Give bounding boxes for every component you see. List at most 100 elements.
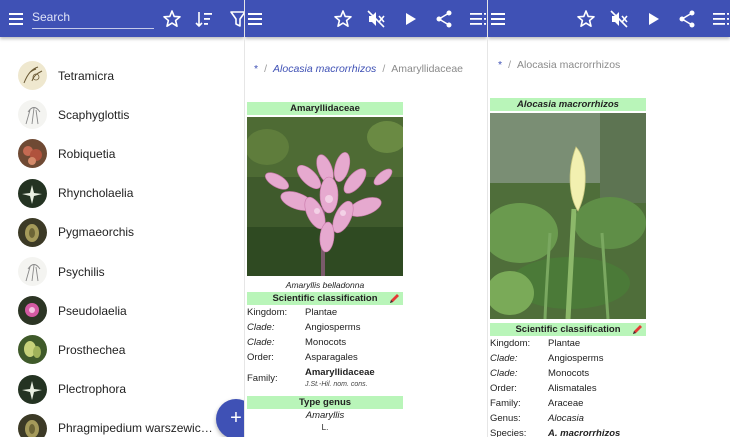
classification-row: Clade: Monocots [247,335,403,350]
classification-row: Genus: Alocasia [490,411,646,426]
genus-list-item[interactable]: Prosthechea [0,330,244,369]
row-key: Clade: [247,337,275,348]
genus-thumbnail [18,257,47,287]
genus-thumbnail [18,374,47,404]
genus-name: Tetramicra [58,68,115,83]
genus-name: Pseudolaelia [58,303,127,318]
type-genus-value[interactable]: Amaryllis [247,409,403,423]
classification-row: Clade: Angiosperms [247,320,403,335]
genus-name: Robiquetia [58,146,116,161]
family-article-screen: * / Alocasia macrorrhizos / Amaryllidaceae A… [244,0,487,437]
pencil-icon[interactable] [389,293,400,304]
genus-thumbnail [18,413,47,437]
sort-icon[interactable] [193,8,215,30]
genus-thumbnail [18,139,47,169]
menu-icon[interactable] [6,8,28,30]
row-key: Kingdom: [247,307,288,318]
genus-thumbnail [18,100,47,130]
pencil-icon[interactable] [632,324,643,335]
row-value[interactable]: Asparagales [305,350,358,365]
breadcrumb-root[interactable]: * [498,59,502,71]
row-key: Family: [490,398,521,409]
breadcrumb-current: Amaryllidaceae [391,63,464,75]
taxobox-title: Alocasia macrorrhizos [490,98,646,111]
share-icon[interactable] [433,8,455,30]
genus-thumbnail [18,335,47,365]
breadcrumb-separator: / [508,59,512,71]
row-value[interactable]: A. macrorrhizos [548,426,620,437]
breadcrumb: * / Alocasia macrorrhizos / Amaryllidaceae [254,63,463,75]
play-icon[interactable] [399,8,421,30]
search-field[interactable] [32,7,154,29]
row-value[interactable]: Angiosperms [548,351,603,366]
classification-row: Clade: Monocots [490,366,646,381]
species-article-screen: * / Alocasia macrorrhizos Alocasia macrorr… [487,0,730,437]
breadcrumb-current: Alocasia macrorrhizos [517,59,621,71]
genus-thumbnail [18,178,47,208]
row-value[interactable]: Plantae [305,305,337,320]
taxobox: Alocasia macrorrhizos Scientific classif… [490,98,646,437]
genus-name: Phragmipedium warszewic… [58,421,213,436]
share-icon[interactable] [676,8,698,30]
genus-thumbnail [18,217,47,247]
row-key: Clade: [490,353,518,364]
classification-header-label: Scientific classification [272,293,378,304]
row-key: Clade: [490,368,518,379]
genus-list-item[interactable]: Scaphyglottis [0,95,244,134]
row-value[interactable]: Monocots [305,335,346,350]
toc-icon[interactable] [710,8,730,30]
breadcrumb-parent[interactable]: Alocasia macrorrhizos [273,63,376,75]
row-value[interactable]: Plantae [548,336,580,351]
genus-list-item[interactable]: Phragmipedium warszewic… [0,409,244,437]
genus-list-item[interactable]: Rhyncholaelia [0,174,244,213]
row-key: Order: [247,352,274,363]
menu-icon[interactable] [488,8,510,30]
type-genus-author: L. [321,423,329,432]
row-key: Kingdom: [490,338,531,349]
genus-list-item[interactable]: Psychilis [0,252,244,291]
genus-list: Tetramicra Scaphyglottis Robiquetia Rhyncho… [0,56,244,437]
taxobox-image-caption: Amaryllis belladonna [285,280,365,290]
filter-icon[interactable] [228,8,244,30]
classification-row: Family: Araceae [490,396,646,411]
star-icon[interactable] [332,8,354,30]
app-bar [488,0,730,37]
mute-icon[interactable] [608,8,630,30]
row-value[interactable]: Alocasia [548,411,584,426]
row-key: Family: [247,373,278,384]
row-value[interactable]: Araceae [548,396,583,411]
taxobox-image[interactable] [490,113,646,319]
row-value[interactable]: Monocots [548,366,589,381]
toc-icon[interactable] [467,8,487,30]
breadcrumb: * / Alocasia macrorrhizos [498,59,620,71]
classification-row: Species: A. macrorrhizos [490,426,646,437]
genus-list-item[interactable]: Plectrophora [0,370,244,409]
star-icon[interactable] [161,8,183,30]
play-icon[interactable] [642,8,664,30]
breadcrumb-separator: / [382,63,386,75]
genus-list-item[interactable]: Pseudolaelia [0,291,244,330]
add-button[interactable]: + [216,399,244,437]
row-key: Species: [490,428,527,437]
taxobox: Amaryllidaceae Amaryllis belladonna Scie… [247,102,403,433]
screenshot-collage: Tetramicra Scaphyglottis Robiquetia Rhyncho… [0,0,730,437]
row-value[interactable]: Alismatales [548,381,597,396]
genus-name: Rhyncholaelia [58,186,134,201]
mute-icon[interactable] [365,8,387,30]
genus-list-item[interactable]: Tetramicra [0,56,244,95]
row-value[interactable]: Angiosperms [305,320,360,335]
classification-row-family: Family: Amaryllidaceae J.St.-Hil. nom. c… [247,365,403,393]
search-input[interactable] [32,7,154,27]
row-key: Order: [490,383,517,394]
menu-icon[interactable] [245,8,267,30]
genus-list-item[interactable]: Robiquetia [0,134,244,173]
breadcrumb-root[interactable]: * [254,63,258,75]
genus-name: Psychilis [58,264,105,279]
classification-row: Order: Alismatales [490,381,646,396]
star-icon[interactable] [575,8,597,30]
taxobox-image[interactable] [247,117,403,276]
taxobox-title: Amaryllidaceae [247,102,403,115]
genus-list-item[interactable]: Pygmaeorchis [0,213,244,252]
classification-row: Clade: Angiosperms [490,351,646,366]
classification-header: Scientific classification [247,292,403,305]
